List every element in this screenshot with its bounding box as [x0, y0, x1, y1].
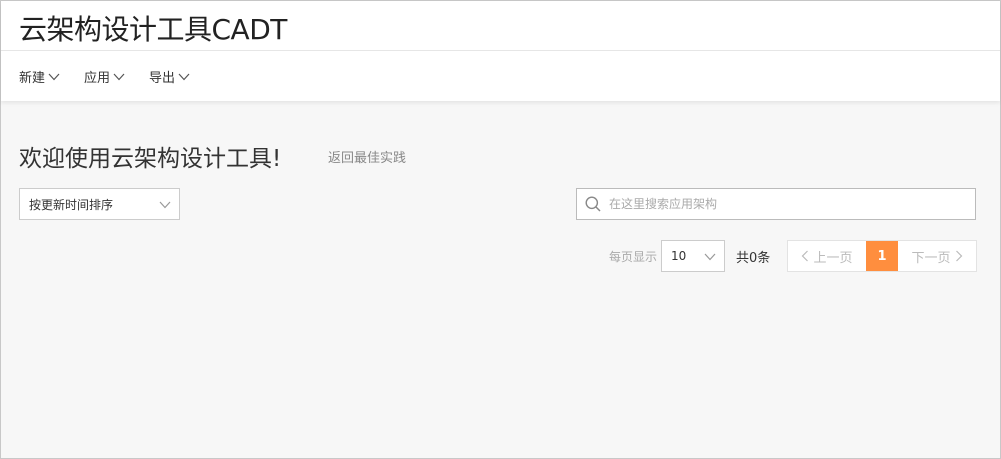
chevron-right-icon	[955, 250, 962, 262]
chevron-down-icon	[113, 73, 125, 80]
app-window: 云架构设计工具CADT 新建 应用 导出 欢迎使用云架构设计工具! 返回最佳实践…	[0, 0, 1001, 459]
search-icon	[585, 196, 601, 212]
menu-export-label: 导出	[149, 71, 176, 86]
menu-app[interactable]: 应用	[84, 67, 125, 86]
top-menu: 新建 应用 导出	[19, 67, 190, 86]
chevron-left-icon	[802, 250, 809, 262]
prev-page-button[interactable]: 上一页	[788, 241, 866, 271]
search-input[interactable]	[609, 197, 949, 211]
prev-page-label: 上一页	[813, 250, 853, 266]
menu-export[interactable]: 导出	[149, 67, 190, 86]
header-divider	[1, 50, 1000, 51]
sort-dropdown[interactable]: 按更新时间排序	[19, 188, 180, 220]
menu-app-label: 应用	[84, 71, 111, 86]
per-page-label: 每页显示	[609, 250, 658, 264]
total-count: 共0条	[736, 251, 771, 266]
page-title: 欢迎使用云架构设计工具!	[19, 146, 282, 172]
pagination: 上一页 1 下一页	[787, 240, 977, 272]
page-size-value: 10	[671, 249, 687, 263]
chevron-down-icon	[159, 201, 171, 209]
header: 云架构设计工具CADT 新建 应用 导出	[1, 1, 1000, 101]
back-to-best-practices-link[interactable]: 返回最佳实践	[328, 147, 406, 166]
next-page-label: 下一页	[911, 250, 951, 266]
sort-selected-value: 按更新时间排序	[29, 197, 114, 212]
app-title: 云架构设计工具CADT	[19, 13, 287, 46]
search-box	[576, 188, 976, 220]
page-size-dropdown[interactable]: 10	[661, 240, 725, 272]
menu-new-label: 新建	[19, 71, 46, 86]
chevron-down-icon	[704, 253, 716, 261]
next-page-button[interactable]: 下一页	[898, 241, 976, 271]
menu-new[interactable]: 新建	[19, 67, 60, 86]
page-number-current[interactable]: 1	[866, 241, 898, 271]
chevron-down-icon	[178, 73, 190, 80]
chevron-down-icon	[48, 73, 60, 80]
